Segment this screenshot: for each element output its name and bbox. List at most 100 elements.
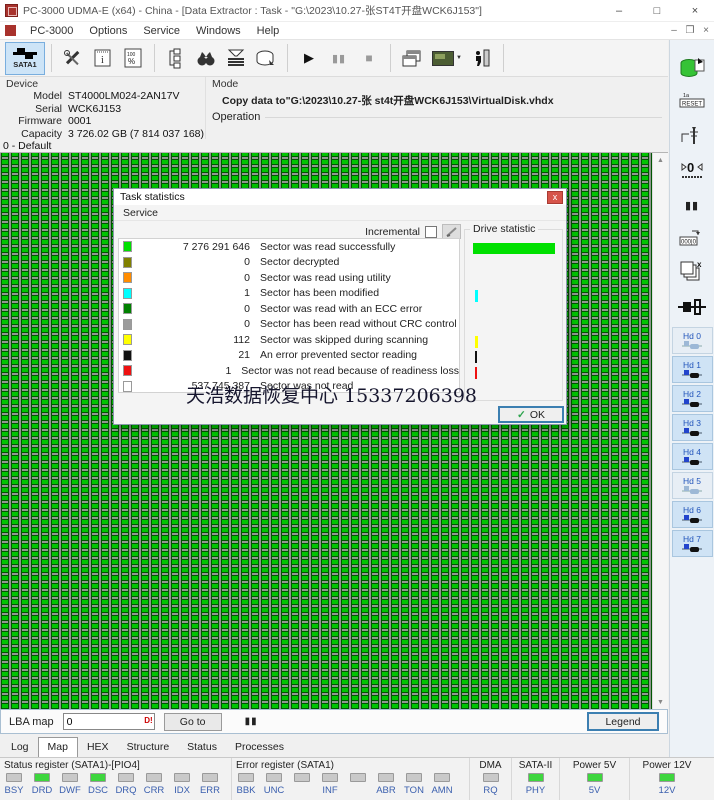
maximize-button[interactable]: □: [638, 0, 676, 22]
stat-row-read-ok: 7 276 291 646Sector was read successfull…: [119, 239, 459, 255]
color-swatch: [123, 365, 132, 376]
dropdown-arrow-icon[interactable]: ▼: [456, 55, 462, 61]
led-idx: IDX: [168, 773, 196, 796]
hd6-button[interactable]: Hd 6: [672, 501, 713, 528]
hd7-button[interactable]: Hd 7: [672, 530, 713, 557]
tasks-list-button[interactable]: [161, 43, 191, 73]
filter-button[interactable]: [221, 43, 251, 73]
svg-text:1a: 1a: [683, 93, 690, 99]
jumper-connector-button[interactable]: [675, 292, 709, 322]
pause-sidebar-button[interactable]: ▮▮: [675, 190, 709, 220]
menu-options[interactable]: Options: [81, 25, 135, 37]
dialog-close-button[interactable]: x: [547, 191, 563, 204]
tools-icon: [62, 47, 84, 69]
tab-status[interactable]: Status: [178, 738, 226, 757]
info-panel: Device Model ST4000LM024-2AN17V Serial W…: [0, 77, 668, 139]
mdi-close-button[interactable]: ×: [698, 25, 714, 36]
led-inf: INF: [316, 773, 344, 796]
goto-button[interactable]: Go to: [164, 713, 222, 731]
pause-indicator-icon[interactable]: ▮▮: [245, 716, 258, 727]
close-all-windows-button[interactable]: x: [675, 258, 709, 288]
power12v-title: Power 12V: [630, 759, 704, 773]
led-unc: UNC: [260, 773, 288, 796]
map-preview-icon: [432, 51, 454, 66]
error-register-group: Error register (SATA1) BBK UNC INF ABR T…: [232, 758, 470, 800]
hd2-button[interactable]: Hd 2: [672, 385, 713, 412]
menu-pc3000[interactable]: PC-3000: [22, 25, 81, 37]
power-connector-button[interactable]: [675, 122, 709, 152]
reset-button[interactable]: 1a RESET: [675, 88, 709, 118]
hd3-button[interactable]: Hd 3: [672, 414, 713, 441]
firmware-label: Firmware: [6, 115, 62, 128]
hd1-button[interactable]: Hd 1: [672, 356, 713, 383]
stat-row-ecc-error: 0Sector was read with an ECC error: [119, 301, 459, 317]
power12v-group: Power 12V 12V: [630, 758, 704, 800]
toolbar-separator: [390, 44, 391, 72]
windows-cascade-button[interactable]: [397, 43, 427, 73]
menu-windows[interactable]: Windows: [188, 25, 249, 37]
dialog-title-bar[interactable]: Task statistics x: [114, 189, 566, 205]
task-info-button[interactable]: i: [88, 43, 118, 73]
led-indicator: [294, 773, 310, 782]
menu-help[interactable]: Help: [249, 25, 288, 37]
led-indicator: [202, 773, 218, 782]
brush-button[interactable]: [442, 224, 461, 239]
start-button[interactable]: ▶: [294, 43, 324, 73]
tab-structure[interactable]: Structure: [118, 738, 179, 757]
led-blank: [344, 773, 372, 796]
scroll-up-icon[interactable]: ▲: [657, 153, 664, 168]
tab-log[interactable]: Log: [2, 738, 38, 757]
map-view-button[interactable]: ▼: [427, 43, 467, 73]
lba-input[interactable]: [63, 713, 155, 730]
hd4-button[interactable]: Hd 4: [672, 443, 713, 470]
search-button[interactable]: [191, 43, 221, 73]
power-connector-icon: [679, 124, 705, 150]
exit-task-button[interactable]: [467, 43, 497, 73]
tab-processes[interactable]: Processes: [226, 738, 293, 757]
serial-label: Serial: [6, 103, 62, 116]
tab-map[interactable]: Map: [38, 737, 78, 757]
led-5v: 5V: [560, 773, 629, 796]
main-toolbar: SATA1 i 100% ▶ ▮▮ ■: [0, 40, 668, 77]
color-swatch: [123, 257, 132, 268]
close-button[interactable]: ×: [676, 0, 714, 22]
stop-button[interactable]: ■: [354, 43, 384, 73]
sata1-port-button[interactable]: SATA1: [5, 42, 45, 75]
color-swatch: [123, 381, 132, 392]
legend-button[interactable]: Legend: [587, 712, 659, 731]
led-indicator: [146, 773, 162, 782]
menu-service[interactable]: Service: [135, 25, 188, 37]
ok-button[interactable]: ✓ OK: [498, 406, 564, 423]
mdi-restore-button[interactable]: ❒: [682, 25, 698, 36]
utilities-button[interactable]: [58, 43, 88, 73]
lba-input-wrap: D!: [63, 713, 155, 730]
head-counter-button[interactable]: 0: [675, 156, 709, 186]
hd0-button[interactable]: Hd 0: [672, 327, 713, 354]
app-window: PC-3000 UDMA-E (x64) - China - [Data Ext…: [0, 0, 714, 800]
drive-mark-readiness: [475, 367, 477, 379]
led-dsc: DSC: [84, 773, 112, 796]
statistics-button[interactable]: 100%: [118, 43, 148, 73]
led-indicator: [378, 773, 394, 782]
led-indicator: [62, 773, 78, 782]
mdi-minimize-button[interactable]: –: [666, 25, 682, 36]
pause-button[interactable]: ▮▮: [324, 43, 354, 73]
toolbar-separator: [503, 44, 504, 72]
head-icon: [682, 457, 702, 466]
tab-hex[interactable]: HEX: [78, 738, 118, 757]
led-indicator: [350, 773, 366, 782]
led-err: ERR: [196, 773, 224, 796]
hd5-button[interactable]: Hd 5: [672, 472, 713, 499]
database-export-button[interactable]: [675, 54, 709, 84]
color-swatch: [123, 288, 132, 299]
incremental-checkbox[interactable]: [425, 226, 437, 238]
led-indicator: [483, 773, 499, 782]
map-scrollbar[interactable]: ▲ ▼: [652, 153, 668, 710]
scroll-down-icon[interactable]: ▼: [657, 695, 664, 710]
svg-text:RESET: RESET: [682, 102, 702, 108]
minimize-button[interactable]: –: [600, 0, 638, 22]
led-12v: 12V: [630, 773, 704, 796]
save-map-button[interactable]: [251, 43, 281, 73]
dialog-menu-service[interactable]: Service: [123, 207, 158, 219]
sector-counter-button[interactable]: 000|0: [675, 224, 709, 254]
